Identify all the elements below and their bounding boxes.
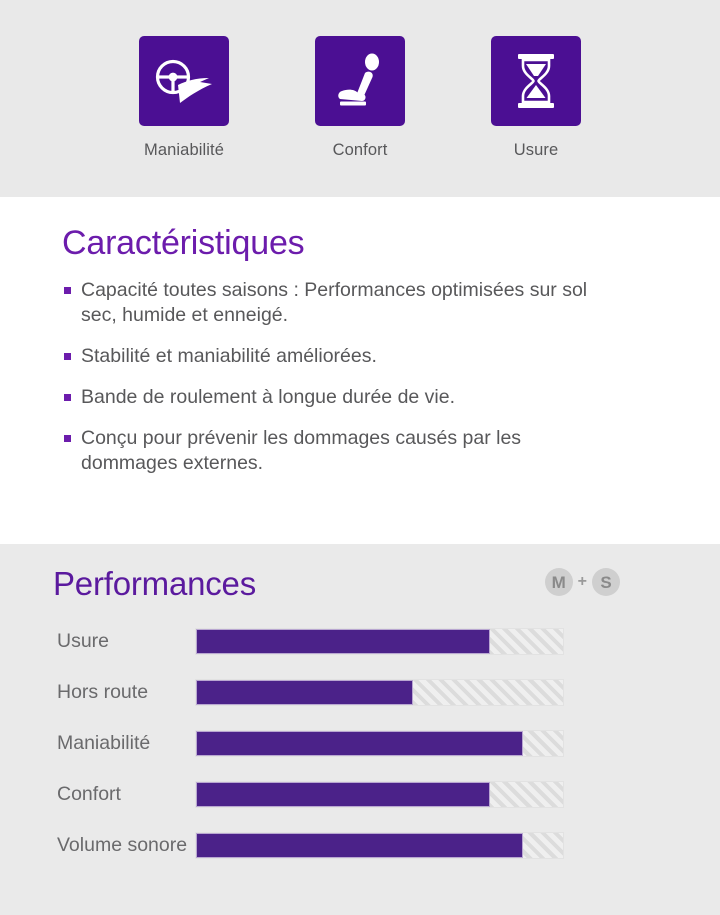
hourglass-icon xyxy=(514,52,558,110)
performance-fill xyxy=(196,731,523,757)
performance-row: Volume sonore xyxy=(0,820,720,871)
performance-track xyxy=(195,832,564,860)
performance-track xyxy=(195,679,564,707)
performance-fill xyxy=(196,833,523,859)
performance-label: Confort xyxy=(57,783,121,806)
performance-fill xyxy=(196,629,490,655)
feature-item: Capacité toutes saisons : Performances o… xyxy=(62,278,596,328)
performance-track xyxy=(195,628,564,656)
attribute-item-confort[interactable]: Confort xyxy=(293,36,427,159)
mud-and-snow-badge: M + S xyxy=(544,568,620,597)
performance-row: Maniabilité xyxy=(0,718,720,769)
performance-row: Confort xyxy=(0,769,720,820)
performance-fill xyxy=(196,680,413,706)
attribute-label-usure: Usure xyxy=(513,141,559,159)
attribute-item-usure[interactable]: Usure xyxy=(469,36,603,159)
feature-item: Stabilité et maniabilité améliorées. xyxy=(62,344,596,369)
bullet-square-icon xyxy=(64,353,71,361)
performance-row: Hors route xyxy=(0,667,720,718)
feature-item: Bande de roulement à longue durée de vie… xyxy=(62,385,596,410)
badge-m-icon: M xyxy=(544,568,573,597)
bullet-square-icon xyxy=(64,435,71,443)
performance-bar-chart: Usure Hors route Maniabilité Confort Vol… xyxy=(0,616,720,871)
badge-s-icon: S xyxy=(592,568,620,597)
bullet-square-icon xyxy=(64,394,71,402)
steering-wheel-road-icon xyxy=(154,57,214,105)
feature-item: Conçu pour prévenir les dommages causés … xyxy=(62,426,596,476)
performance-label: Maniabilité xyxy=(57,732,151,755)
performance-header: Performances M + S xyxy=(0,565,720,602)
car-seat-icon-tile[interactable] xyxy=(315,36,405,126)
performance-track xyxy=(195,730,564,758)
bullet-square-icon xyxy=(64,287,71,295)
performance-track xyxy=(195,781,564,809)
attribute-label-maniabilite: Maniabilité xyxy=(144,141,224,159)
performance-title: Performances xyxy=(53,565,257,602)
attribute-icon-strip: Maniabilité Confort Usure xyxy=(0,0,720,197)
attribute-item-maniabilite[interactable]: Maniabilité xyxy=(117,36,251,159)
feature-text: Conçu pour prévenir les dommages causés … xyxy=(81,427,522,475)
performance-label: Usure xyxy=(57,630,110,653)
features-list: Capacité toutes saisons : Performances o… xyxy=(62,278,680,476)
performance-section: Performances M + S Usure Hors route Mani… xyxy=(0,544,720,915)
attribute-label-confort: Confort xyxy=(332,141,388,159)
performance-fill xyxy=(196,782,490,808)
performance-label: Hors route xyxy=(57,681,149,704)
performance-row: Usure xyxy=(0,616,720,667)
feature-text: Bande de roulement à longue durée de vie… xyxy=(81,386,456,409)
steering-wheel-road-icon-tile[interactable] xyxy=(139,36,229,126)
product-panel: Maniabilité Confort Usure Caractéristiqu… xyxy=(0,0,720,915)
car-seat-icon xyxy=(334,53,386,109)
feature-text: Stabilité et maniabilité améliorées. xyxy=(81,345,377,368)
feature-text: Capacité toutes saisons : Performances o… xyxy=(81,279,588,327)
features-section: Caractéristiques Capacité toutes saisons… xyxy=(0,197,720,544)
performance-label: Volume sonore xyxy=(57,834,188,857)
badge-plus-icon: + xyxy=(577,573,587,591)
features-title: Caractéristiques xyxy=(62,224,305,262)
hourglass-icon-tile[interactable] xyxy=(491,36,581,126)
